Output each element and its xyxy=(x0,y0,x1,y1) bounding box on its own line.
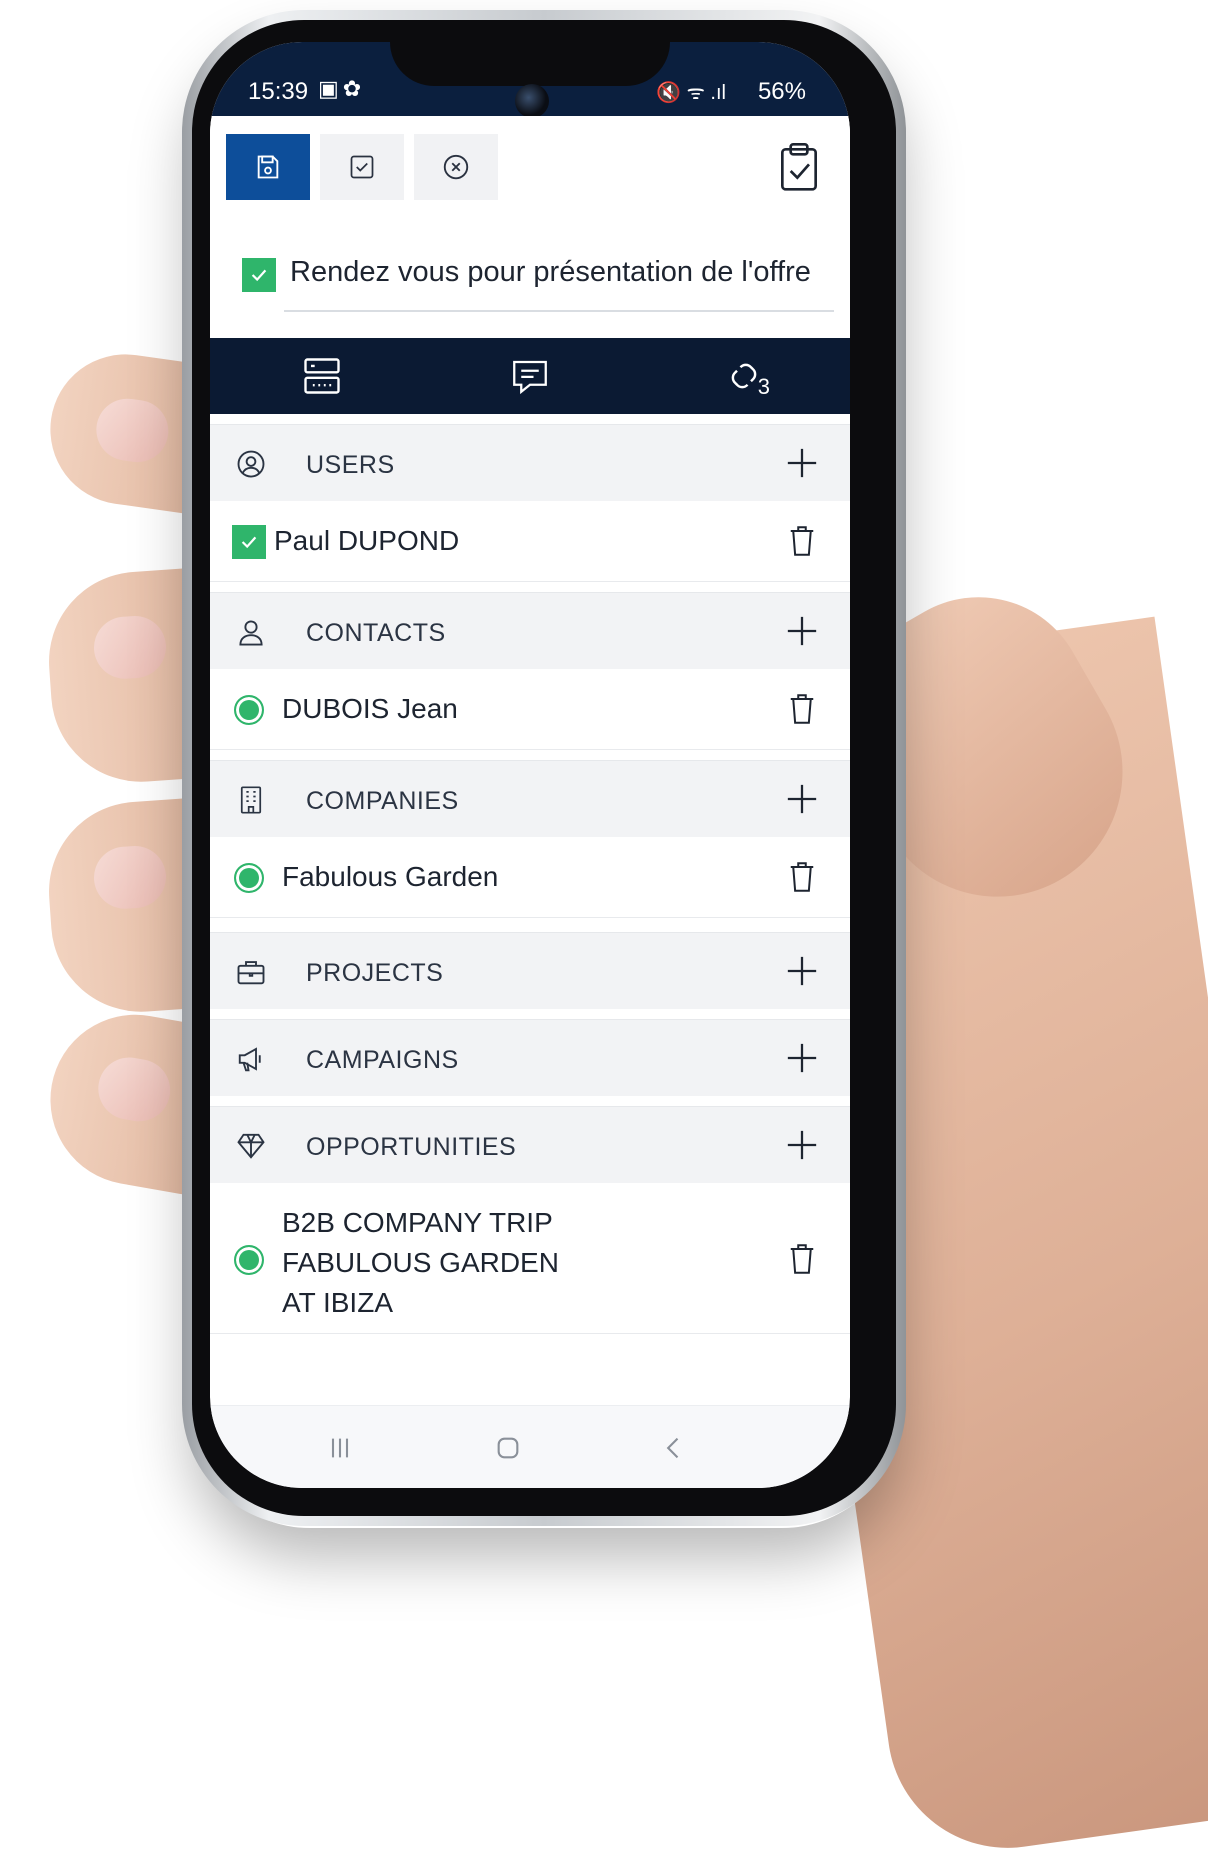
status-time: 15:39 xyxy=(248,78,309,105)
delete-opportunity-button[interactable] xyxy=(784,1239,820,1279)
section-projects: PROJECTS xyxy=(210,932,850,1009)
clipboard-check-icon xyxy=(781,143,817,191)
checkbox-icon xyxy=(350,155,374,179)
trash-icon xyxy=(790,526,814,556)
recent-apps-icon xyxy=(331,1438,349,1458)
user-circle-icon xyxy=(237,450,265,478)
user-checkbox[interactable] xyxy=(232,525,266,559)
company-name: Fabulous Garden xyxy=(282,861,499,892)
signal-icons: 🔇 ᯤ .ıl xyxy=(656,82,726,104)
tab-notes[interactable] xyxy=(500,348,560,404)
back-button[interactable] xyxy=(654,1428,694,1468)
notification-icons: ▣✿ xyxy=(318,76,366,101)
task-done-button[interactable] xyxy=(774,136,824,196)
completed-checkbox[interactable] xyxy=(242,258,276,292)
delete-user-button[interactable] xyxy=(784,521,820,561)
section-companies: COMPANIES xyxy=(210,760,850,837)
section-label: USERS xyxy=(306,451,395,479)
close-circle-icon xyxy=(443,154,469,180)
plus-icon xyxy=(787,448,817,478)
input-underline xyxy=(284,310,834,312)
toolbar xyxy=(210,116,850,217)
tab-details[interactable] xyxy=(292,348,352,404)
person-icon xyxy=(239,620,263,646)
list-item[interactable]: Paul DUPOND xyxy=(210,501,850,582)
trash-icon xyxy=(790,694,814,724)
section-contacts: CONTACTS xyxy=(210,592,850,669)
plus-icon xyxy=(787,616,817,646)
delete-contact-button[interactable] xyxy=(784,689,820,729)
cancel-button[interactable] xyxy=(414,134,498,200)
title-input[interactable]: Rendez vous pour présentation de l'offre xyxy=(290,256,830,296)
recent-apps-button[interactable] xyxy=(320,1428,360,1468)
list-item[interactable]: DUBOIS Jean xyxy=(210,669,850,750)
section-label: CONTACTS xyxy=(306,619,446,647)
save-close-button[interactable] xyxy=(320,134,404,200)
add-contact-button[interactable] xyxy=(782,611,822,651)
add-opportunity-button[interactable] xyxy=(782,1125,822,1165)
chevron-left-icon xyxy=(666,1437,679,1459)
server-details-icon xyxy=(304,358,340,394)
phone-screen: 15:39 ▣✿ 🔇 ᯤ .ıl 56% Rendez vous pour pr… xyxy=(210,42,850,1488)
battery-level: 56% xyxy=(757,78,806,105)
status-dot xyxy=(234,695,264,725)
section-label: CAMPAIGNS xyxy=(306,1046,459,1074)
links-count-badge: 3 xyxy=(757,374,770,399)
trash-icon xyxy=(790,862,814,892)
megaphone-icon xyxy=(238,1047,261,1072)
check-icon xyxy=(251,269,267,282)
section-label: COMPANIES xyxy=(306,787,459,815)
tab-bar: 3 xyxy=(210,338,850,414)
check-icon xyxy=(241,536,257,549)
phone-notch xyxy=(390,42,670,86)
section-campaigns: CAMPAIGNS xyxy=(210,1019,850,1096)
home-button[interactable] xyxy=(488,1428,528,1468)
add-company-button[interactable] xyxy=(782,779,822,819)
list-item[interactable]: B2B COMPANY TRIP FABULOUS GARDEN AT IBIZ… xyxy=(210,1183,850,1334)
chat-message-icon xyxy=(513,360,547,395)
add-campaign-button[interactable] xyxy=(782,1038,822,1078)
status-dot xyxy=(234,1245,264,1275)
linked-records-list: USERS Paul DUPOND CONTACTS DUBOIS Jean C… xyxy=(210,414,850,1334)
section-label: OPPORTUNITIES xyxy=(306,1133,517,1161)
list-item[interactable]: Fabulous Garden xyxy=(210,837,850,918)
title-field[interactable]: Rendez vous pour présentation de l'offre xyxy=(210,216,850,338)
section-users: USERS xyxy=(210,424,850,501)
plus-icon xyxy=(787,1130,817,1160)
plus-icon xyxy=(787,784,817,814)
trash-icon xyxy=(790,1244,814,1274)
add-project-button[interactable] xyxy=(782,951,822,991)
plus-icon xyxy=(787,1043,817,1073)
section-opportunities: OPPORTUNITIES xyxy=(210,1106,850,1183)
plus-icon xyxy=(787,956,817,986)
building-icon xyxy=(240,786,262,814)
front-camera xyxy=(515,84,549,118)
diamond-icon xyxy=(237,1133,265,1159)
add-user-button[interactable] xyxy=(782,443,822,483)
section-label: PROJECTS xyxy=(306,959,444,987)
home-icon xyxy=(497,1437,519,1459)
floppy-disk-icon xyxy=(257,155,279,179)
save-button[interactable] xyxy=(226,134,310,200)
contact-name: DUBOIS Jean xyxy=(282,693,458,724)
status-dot xyxy=(234,863,264,893)
tab-links[interactable]: 3 xyxy=(714,348,774,404)
delete-company-button[interactable] xyxy=(784,857,820,897)
briefcase-icon xyxy=(237,961,265,985)
opportunity-name: B2B COMPANY TRIP FABULOUS GARDEN AT IBIZ… xyxy=(282,1207,559,1318)
system-nav-bar xyxy=(210,1405,850,1488)
user-name: Paul DUPOND xyxy=(274,525,460,556)
